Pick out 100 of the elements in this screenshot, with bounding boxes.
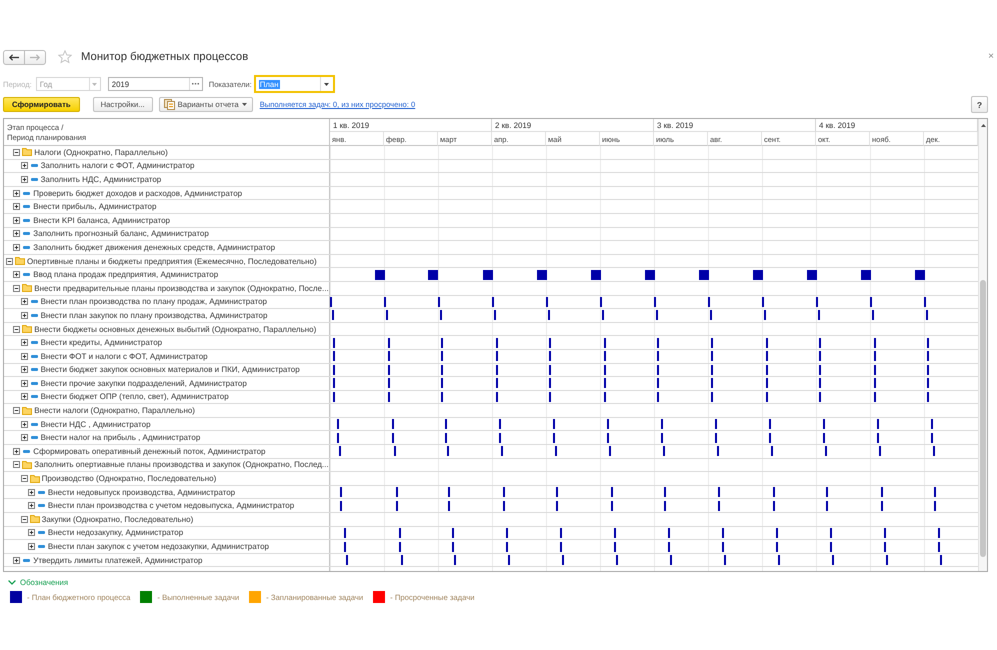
minus-box-icon[interactable] [20,475,28,482]
tree-item[interactable]: Налоги (Однократно, Параллельно) [34,148,168,157]
tree-item[interactable]: Заполнить бюджет движения денежных средств, Администратор [33,242,276,252]
plus-box-icon[interactable] [28,488,35,496]
tree-item[interactable]: Внести бюджеты основных денежных выбытий (Однократно, Параллельно) [34,324,316,334]
plus-box-icon[interactable] [20,162,28,170]
plan-tick [401,555,404,566]
minus-box-icon[interactable] [6,258,13,265]
plan-tick [711,351,714,362]
plan-tick [496,378,498,388]
back-button[interactable] [3,50,25,64]
plus-box-icon[interactable] [13,230,20,238]
tree-item[interactable]: Внести бюджет закупок основных материалов и ПКИ, Администратор [40,365,300,374]
folder-icon [30,474,40,483]
plus-box-icon[interactable] [20,366,28,374]
caret-up-icon[interactable] [980,124,986,127]
plus-box-icon[interactable] [20,380,28,387]
plus-box-icon[interactable] [13,244,20,251]
plan-tick [600,296,602,307]
plan-tick [660,419,663,430]
plus-box-icon[interactable] [20,393,28,400]
plan-tick [830,542,832,552]
dash-icon [30,341,38,344]
plus-box-icon[interactable] [13,203,20,210]
plan-tick [496,338,498,348]
plan-tick [614,528,616,538]
minus-box-icon[interactable] [13,407,20,414]
select-button[interactable] [188,78,202,90]
plan-tick [392,432,394,443]
plus-box-icon[interactable] [13,271,20,278]
minus-box-icon[interactable] [13,461,20,468]
plus-box-icon[interactable] [13,190,20,197]
minus-box-icon[interactable] [13,148,20,156]
close-button[interactable]: × [988,52,994,62]
plan-tick [392,419,394,430]
tree-item[interactable]: Внести план закупок по плану производства, Администратор [40,310,268,320]
documents-icon [164,99,175,110]
tree-item[interactable]: Внести ФОТ и налоги с ФОТ, Администратор [40,352,208,361]
tree-item[interactable]: Утвердить лимиты платежей, Администратор [33,556,202,565]
tree-item[interactable]: Заполнить НДС, Администратор [40,174,162,184]
plus-box-icon[interactable] [28,502,35,510]
plus-box-icon[interactable] [20,434,28,442]
tree-item[interactable]: Внести бюджет ОПР (тепло, свет), Администратор [40,392,229,402]
plus-box-icon[interactable] [20,176,28,183]
tree-item[interactable]: Внести НДС , Администратор [40,420,151,429]
plan-tick [877,419,880,430]
tree-item[interactable]: Внести налог на прибыль , Администратор [40,433,200,442]
plus-box-icon[interactable] [20,312,28,319]
tree-item[interactable]: Внести прибыль, Администратор [33,202,156,212]
scrollbar[interactable] [978,119,987,571]
tree-item[interactable]: Внести план производства по плану продаж, Администратор [40,297,267,306]
plan-tick [399,542,402,552]
plus-box-icon[interactable] [13,216,20,224]
tree-item[interactable]: Внести прочие закупки подразделений, Администратор [40,378,247,388]
tree-item[interactable]: Заполнить опертиавные планы производства и закупок (Однократно, Послед... [34,460,329,470]
plus-box-icon[interactable] [20,339,28,346]
plan-tick [396,500,398,511]
plan-tick [333,364,336,375]
tree-item[interactable]: Внести план производства с учетом недовыпуска, Администратор [48,501,294,510]
plan-tick [454,555,456,566]
star-icon[interactable] [58,50,72,64]
tree-item[interactable]: Внести KPI баланса, Администратор [33,216,170,225]
plus-box-icon[interactable] [20,352,28,360]
tree-item[interactable]: Ввод плана продаж предприятия, Администратор [33,270,218,280]
tree-item[interactable]: Заполнить прогнозный баланс, Администратор [33,229,209,238]
plan-tick [824,446,827,456]
plus-box-icon[interactable] [13,556,20,564]
tree-item[interactable]: Внести предварительные планы производства и закупок (Однократно, После... [34,284,329,293]
folder-icon [22,284,32,292]
tree-item[interactable]: Закупки (Однократно, Последовательно) [42,514,194,524]
tree-item[interactable]: Внести недозакупку, Администратор [48,528,184,538]
folder-icon [30,515,40,524]
scrollbar-thumb[interactable] [980,280,986,557]
dash-icon [38,490,45,494]
plan-tick [333,351,336,362]
tree-item[interactable]: Сформировать оперативный денежный поток, Администратор [33,446,266,456]
plus-box-icon[interactable] [20,420,28,428]
plus-box-icon[interactable] [20,298,28,306]
tree-item[interactable]: Заполнить налоги с ФОТ, Администратор [40,161,194,170]
tree-item[interactable]: Проверить бюджет доходов и расходов, Администратор [33,188,242,198]
plus-box-icon[interactable] [28,529,35,536]
tree-item[interactable]: Внести недовыпуск производства, Администратор [48,488,236,497]
dash-icon [30,395,38,398]
minus-box-icon[interactable] [13,284,20,292]
tree-item[interactable]: Опертивные планы и бюджеты предприятия (Ежемесячно, Последовательно) [27,256,317,266]
plan-tick [441,392,444,402]
plan-tick [722,528,724,538]
plus-box-icon[interactable] [28,543,35,550]
help-button[interactable]: ? [971,96,988,113]
plan-tick [818,310,820,320]
plus-box-icon[interactable] [13,448,20,455]
tree-item[interactable]: Внести налоги (Однократно, Параллельно) [34,406,195,416]
tree-item[interactable]: Производство (Однократно, Последовательно) [42,474,216,484]
plan-tick [927,338,930,348]
plan-tick [662,446,665,456]
tree-item[interactable]: Внести кредиты, Администратор [40,338,162,348]
minus-box-icon[interactable] [20,516,28,523]
tree-item[interactable]: Внести план закупок с учетом недозакупки, Администратор [48,542,269,552]
minus-box-icon[interactable] [13,326,20,333]
folder-icon [15,257,25,266]
